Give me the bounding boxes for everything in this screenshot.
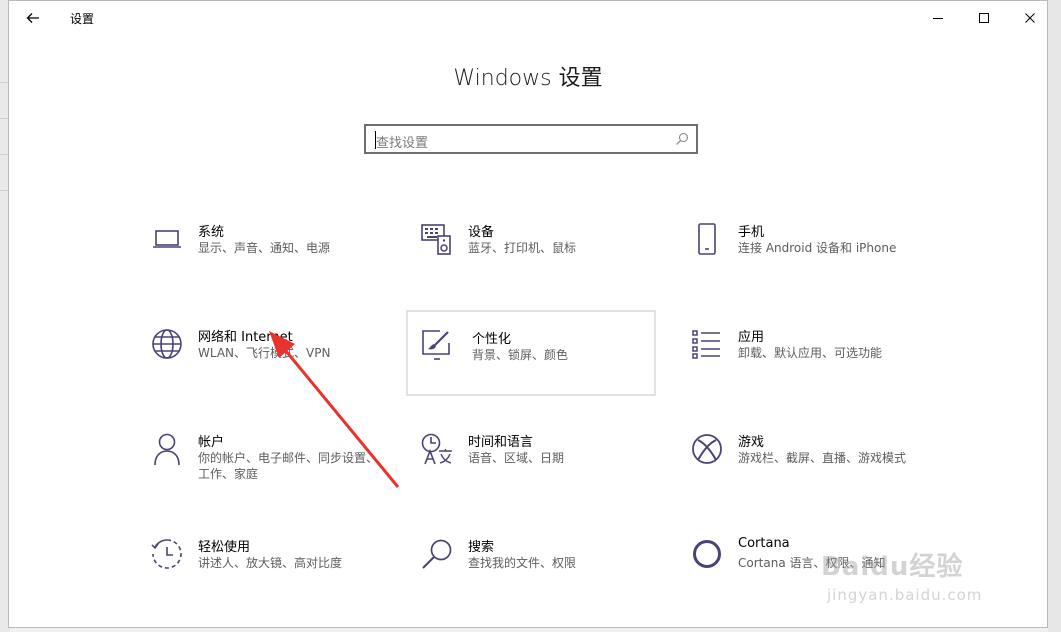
tile-time-language[interactable]: 时间和语言 语音、区域、日期 <box>412 425 660 510</box>
tile-system[interactable]: 系统 显示、声音、通知、电源 <box>142 215 390 300</box>
tile-description: 游戏栏、截屏、直播、游戏模式 <box>738 451 907 465</box>
tile-description: 蓝牙、打印机、鼠标 <box>468 241 577 255</box>
tile-personalization[interactable]: 个性化 背景、锁屏、颜色 <box>406 310 656 396</box>
search-icon[interactable] <box>675 132 689 146</box>
tile-title: 时间和语言 <box>468 435 534 450</box>
window-title: 设置 <box>70 12 95 26</box>
maximize-icon <box>979 13 989 23</box>
tile-title: 手机 <box>738 225 765 240</box>
settings-window: 设置 Windows 设置 查找设置 系统 显示、声音、通知、电源 设备 蓝牙、… <box>8 0 1048 628</box>
tile-search[interactable]: 搜索 查找我的文件、权限 <box>412 530 660 615</box>
cortana-icon <box>690 536 724 572</box>
tile-phone[interactable]: 手机 连接 Android 设备和 iPhone <box>682 215 930 300</box>
ease-of-access-icon <box>150 536 184 572</box>
back-button[interactable] <box>21 7 45 29</box>
tile-ease-of-access[interactable]: 轻松使用 讲述人、放大镜、高对比度 <box>142 530 390 615</box>
background-scroll-strip <box>1048 0 1061 632</box>
arrow-left-icon <box>26 13 39 23</box>
tile-title: 个性化 <box>472 332 512 347</box>
close-icon <box>1025 13 1035 23</box>
page-title: Windows 设置 <box>453 66 603 91</box>
baidu-watermark: Baidu经验 jingyan.baidu.com <box>815 546 1015 616</box>
tile-title: 帐户 <box>198 435 225 450</box>
tile-description: 你的帐户、电子邮件、同步设置、工作、家庭 <box>198 451 379 481</box>
search-placeholder: 查找设置 <box>376 136 429 151</box>
tile-title: 设备 <box>468 225 495 240</box>
phone-icon <box>690 221 724 257</box>
minimize-button[interactable] <box>915 5 961 31</box>
close-button[interactable] <box>1007 5 1053 31</box>
tile-title: 搜索 <box>468 540 495 555</box>
minimize-icon <box>933 18 943 19</box>
person-icon <box>150 431 184 467</box>
globe-icon <box>150 326 184 362</box>
watermark-sub-text: jingyan.baidu.com <box>827 586 983 604</box>
tile-gaming[interactable]: 游戏 游戏栏、截屏、直播、游戏模式 <box>682 425 930 510</box>
tile-description: WLAN、飞行模式、VPN <box>198 346 331 360</box>
tile-description: 显示、声音、通知、电源 <box>198 241 331 255</box>
xbox-icon <box>690 431 724 467</box>
search-input[interactable]: 查找设置 <box>364 124 698 154</box>
tile-description: 卸载、默认应用、可选功能 <box>738 346 883 360</box>
app-list-icon <box>690 326 724 362</box>
tile-description: 连接 Android 设备和 iPhone <box>738 241 897 255</box>
tile-title: 游戏 <box>738 435 765 450</box>
tile-accounts[interactable]: 帐户 你的帐户、电子邮件、同步设置、工作、家庭 <box>142 425 390 510</box>
tile-description: 讲述人、放大镜、高对比度 <box>198 556 343 570</box>
tile-title: 应用 <box>738 330 765 345</box>
tile-title: 系统 <box>198 225 225 240</box>
paint-brush-icon <box>420 326 454 362</box>
tile-title: Cortana <box>738 536 790 551</box>
title-bar: 设置 <box>9 1 1047 35</box>
tile-devices[interactable]: 设备 蓝牙、打印机、鼠标 <box>412 215 660 300</box>
keyboard-speaker-icon <box>420 221 454 257</box>
magnifier-icon <box>420 536 454 572</box>
time-language-icon <box>420 431 454 467</box>
tile-description: 查找我的文件、权限 <box>468 556 577 570</box>
watermark-main-text: Baidu经验 <box>821 552 964 582</box>
maximize-button[interactable] <box>961 5 1007 31</box>
tile-apps[interactable]: 应用 卸载、默认应用、可选功能 <box>682 320 930 405</box>
laptop-icon <box>150 221 184 257</box>
tile-network[interactable]: 网络和 Internet WLAN、飞行模式、VPN <box>142 320 390 405</box>
tile-title: 网络和 Internet <box>198 330 293 345</box>
tile-description: 背景、锁屏、颜色 <box>472 348 569 362</box>
tile-title: 轻松使用 <box>198 540 251 555</box>
tile-description: 语音、区域、日期 <box>468 451 565 465</box>
